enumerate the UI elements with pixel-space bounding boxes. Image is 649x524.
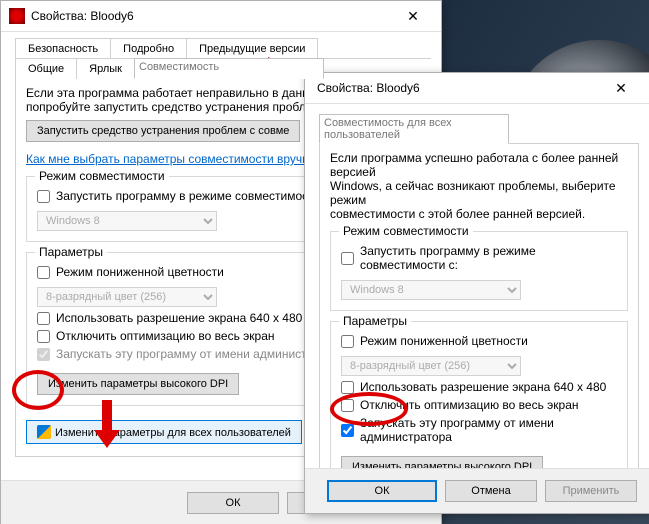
group-label-compat: Режим совместимости	[35, 169, 169, 183]
run-troubleshooter-button[interactable]: Запустить средство устранения проблем с …	[26, 120, 300, 142]
tab-details[interactable]: Подробно	[110, 38, 187, 59]
chk-reduced-color-input[interactable]	[37, 266, 50, 279]
chk2-reduced-color[interactable]: Режим пониженной цветности	[341, 334, 617, 348]
chk2-disable-fullscreen-opt[interactable]: Отключить оптимизацию во весь экран	[341, 398, 617, 412]
dialog-footer-2: ОК Отмена Применить	[305, 468, 649, 513]
app-icon	[9, 8, 25, 24]
chk-compat-mode-label: Запустить программу в режиме совместимос…	[56, 189, 333, 203]
titlebar-1[interactable]: Свойства: Bloody6 ✕	[1, 1, 441, 32]
ok-button[interactable]: ОК	[187, 492, 279, 514]
uac-shield-icon	[37, 425, 51, 439]
chk2-640x480-input[interactable]	[341, 381, 354, 394]
chk-reduced-color-label: Режим пониженной цветности	[56, 265, 224, 279]
chk-disable-fullscreen-opt-input[interactable]	[37, 330, 50, 343]
tab-compatibility[interactable]: Совместимость	[134, 58, 324, 79]
group2-label-params: Параметры	[339, 314, 411, 328]
chk2-run-as-admin-input[interactable]	[341, 424, 354, 437]
properties-window-2: Свойства: Bloody6 ✕ Совместимость для вс…	[304, 72, 649, 514]
chk2-run-as-admin-label: Запускать эту программу от имени админис…	[360, 416, 617, 444]
apply-button-2[interactable]: Применить	[545, 480, 637, 502]
chk2-compat-mode-label: Запустить программу в режиме совместимос…	[360, 244, 617, 272]
select-compat-os[interactable]: Windows 8	[37, 211, 217, 231]
close-button[interactable]: ✕	[393, 5, 433, 27]
change-dpi-button[interactable]: Изменить параметры высокого DPI	[37, 373, 239, 395]
chk-compat-mode-input[interactable]	[37, 190, 50, 203]
close-button-2[interactable]: ✕	[601, 77, 641, 99]
select2-color-depth[interactable]: 8-разрядный цвет (256)	[341, 356, 521, 376]
chk2-640x480-label: Использовать разрешение экрана 640 x 480	[360, 380, 606, 394]
chk-disable-fullscreen-opt-label: Отключить оптимизацию во весь экран	[56, 329, 275, 343]
chk2-run-as-admin[interactable]: Запускать эту программу от имени админис…	[341, 416, 617, 444]
chk-run-as-admin-input[interactable]	[37, 348, 50, 361]
tab-bar-row1: Безопасность Подробно Предыдущие версии	[15, 38, 431, 59]
select2-compat-os[interactable]: Windows 8	[341, 280, 521, 300]
chk2-compat-mode[interactable]: Запустить программу в режиме совместимос…	[341, 244, 617, 272]
tab-bar-2: Совместимость для всех пользователей	[319, 110, 639, 144]
tab-previous-versions[interactable]: Предыдущие версии	[186, 38, 318, 59]
tab-general[interactable]: Общие	[15, 58, 77, 79]
chk2-reduced-color-input[interactable]	[341, 335, 354, 348]
tab-shortcut[interactable]: Ярлык	[76, 58, 135, 79]
group2-compatibility-mode: Режим совместимости Запустить программу …	[330, 231, 628, 311]
select-color-depth[interactable]: 8-разрядный цвет (256)	[37, 287, 217, 307]
intro2-line2: Windows, а сейчас возникают проблемы, вы…	[330, 179, 628, 207]
chk-640x480-input[interactable]	[37, 312, 50, 325]
group2-parameters: Параметры Режим пониженной цветности 8-р…	[330, 321, 628, 489]
cancel-button-2[interactable]: Отмена	[445, 480, 537, 502]
tab-security[interactable]: Безопасность	[15, 38, 111, 59]
tab-content-2: Если программа успешно работала с более …	[319, 143, 639, 502]
chk2-disable-fullscreen-opt-input[interactable]	[341, 399, 354, 412]
chk-640x480-label: Использовать разрешение экрана 640 x 480	[56, 311, 302, 325]
group2-label-compat: Режим совместимости	[339, 224, 473, 238]
change-all-users-button[interactable]: Изменить параметры для всех пользователе…	[26, 420, 302, 444]
titlebar-2[interactable]: Свойства: Bloody6 ✕	[305, 73, 649, 104]
window-title-2: Свойства: Bloody6	[313, 81, 601, 95]
change-all-users-label: Изменить параметры для всех пользователе…	[55, 427, 291, 439]
chk-run-as-admin-label: Запускать эту программу от имени админис…	[56, 347, 325, 361]
intro2-line3: совместимости с этой более ранней версие…	[330, 207, 628, 221]
desktop-background: Свойства: Bloody6 ✕ Безопасность Подробн…	[0, 0, 649, 524]
chk2-compat-mode-input[interactable]	[341, 252, 354, 265]
ok-button-2[interactable]: ОК	[327, 480, 437, 502]
help-link[interactable]: Как мне выбрать параметры совместимости …	[26, 152, 309, 166]
chk2-disable-fullscreen-opt-label: Отключить оптимизацию во весь экран	[360, 398, 579, 412]
group-label-params: Параметры	[35, 245, 107, 259]
window-title: Свойства: Bloody6	[31, 9, 393, 23]
chk2-reduced-color-label: Режим пониженной цветности	[360, 334, 528, 348]
intro2-line1: Если программа успешно работала с более …	[330, 151, 628, 179]
tab-compat-all-users[interactable]: Совместимость для всех пользователей	[319, 114, 509, 144]
chk2-640x480[interactable]: Использовать разрешение экрана 640 x 480	[341, 380, 617, 394]
